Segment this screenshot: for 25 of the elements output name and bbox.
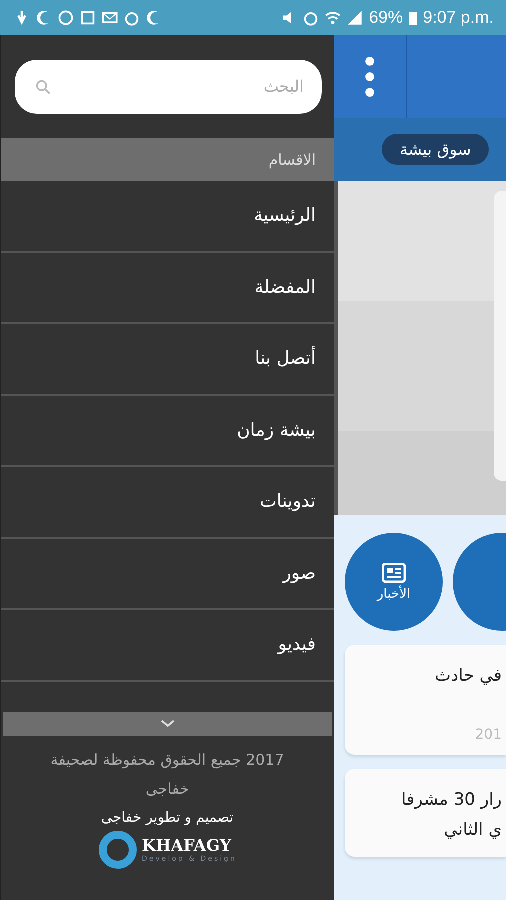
- ring-logo-icon: [98, 830, 138, 870]
- card-date: 201: [475, 727, 502, 743]
- newspaper-icon: [382, 562, 406, 582]
- category-chip[interactable]: سوق بيشة: [382, 134, 490, 165]
- news-card[interactable]: رار 30 مشرفا ي الثاني: [345, 769, 506, 857]
- moon-icon: [36, 10, 52, 26]
- card-title-line: ي الثاني: [444, 819, 502, 842]
- battery-percent: 69%: [369, 8, 404, 28]
- copyright-text: 2017 جميع الحقوق محفوظة لصحيفة خفاجى: [50, 750, 286, 800]
- clock: 9:07 p.m.: [423, 8, 494, 28]
- logo-name: KHAFAGY: [142, 837, 232, 855]
- battery-icon: [409, 10, 418, 24]
- search-icon: [35, 78, 51, 94]
- signal-icon: [347, 10, 364, 26]
- search-field[interactable]: البحث: [15, 60, 322, 114]
- wifi-icon: [325, 10, 342, 26]
- more-icon: [365, 56, 375, 96]
- card-title-line: رار 30 مشرفا: [401, 789, 502, 812]
- credit-text: تصميم و تطوير خفاجى: [101, 810, 234, 826]
- mail-icon: [102, 10, 118, 26]
- news-shortcut[interactable]: الأخبار: [345, 533, 443, 631]
- chevron-down-icon: [160, 720, 174, 728]
- card-title-line: في حادث: [435, 665, 502, 688]
- section-header: الاقسام: [1, 138, 334, 181]
- moon-icon: [146, 10, 162, 26]
